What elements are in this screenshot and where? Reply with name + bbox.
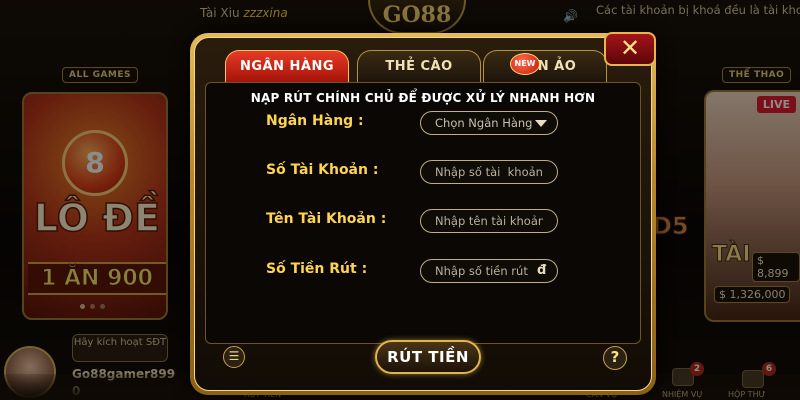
caret-down-icon <box>535 119 547 127</box>
account-name-input[interactable] <box>420 209 558 233</box>
withdraw-dialog: NGÂN HÀNG THẺ CÀO TIỀN ẢO NEW NẠP RÚT CH… <box>190 33 656 395</box>
tab-crypto[interactable]: TIỀN ẢO <box>483 50 607 82</box>
amount-label: Số Tiền Rút : <box>266 261 368 277</box>
account-number-label: Số Tài Khoản : <box>266 162 379 178</box>
tab-bank[interactable]: NGÂN HÀNG <box>225 50 349 82</box>
history-icon[interactable]: ☰ <box>223 346 245 368</box>
form-banner: NẠP RÚT CHÍNH CHỦ ĐỂ ĐƯỢC XỬ LÝ NHANH HƠ… <box>250 91 596 105</box>
new-badge: NEW <box>510 53 540 75</box>
dialog-tabs: NGÂN HÀNG THẺ CÀO TIỀN ẢO NEW <box>225 50 607 82</box>
close-icon[interactable]: ✕ <box>604 32 656 66</box>
bank-select[interactable]: Chọn Ngân Hàng <box>420 111 558 135</box>
help-icon[interactable]: ? <box>603 346 627 370</box>
bank-label: Ngân Hàng : <box>266 113 364 129</box>
currency-symbol: đ <box>537 263 547 278</box>
account-name-label: Tên Tài Khoản : <box>266 211 387 227</box>
tab-card[interactable]: THẺ CÀO <box>357 50 481 82</box>
account-number-input[interactable] <box>420 160 558 184</box>
form-panel: NẠP RÚT CHÍNH CHỦ ĐỂ ĐƯỢC XỬ LÝ NHANH HƠ… <box>205 82 641 344</box>
withdraw-submit-button[interactable]: RÚT TIỀN <box>375 340 481 374</box>
dialog-body: NGÂN HÀNG THẺ CÀO TIỀN ẢO NEW NẠP RÚT CH… <box>194 37 652 391</box>
bank-select-value: Chọn Ngân Hàng <box>435 116 533 130</box>
